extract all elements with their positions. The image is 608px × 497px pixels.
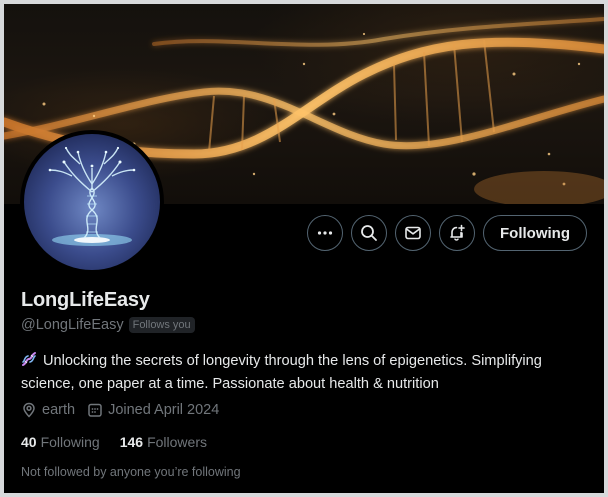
follows-you-badge: Follows you [128,317,195,333]
user-handle: @LongLifeEasy [21,317,124,333]
envelope-icon [405,226,421,240]
dna-tree-logo [48,146,136,246]
following-count: 40 [21,434,37,450]
search-profile-button[interactable] [351,215,387,251]
dna-icon [21,351,37,374]
message-button[interactable] [395,215,431,251]
location-text: earth [42,402,76,418]
profile-meta: earth Joined April 2024 [21,402,231,418]
more-options-button[interactable] [307,215,343,251]
calendar-icon [88,403,102,417]
notifications-button[interactable] [439,215,475,251]
profile-avatar[interactable] [20,130,164,274]
more-icon [317,231,333,235]
profile-bio: Unlocking the secrets of longevity throu… [21,351,591,395]
mutual-followers-text: Not followed by anyone you’re following [21,465,241,479]
join-date-item: Joined April 2024 [87,402,219,418]
following-count-link[interactable]: 40 Following [21,434,100,450]
location-pin-icon [23,402,35,418]
followers-count: 146 [119,434,144,450]
following-label: Following [40,434,100,450]
profile-frame: Following LongLifeEasy @LongLifeEasy Fol… [4,4,604,493]
followers-count-link[interactable]: 146 Followers [120,434,207,450]
search-icon [361,225,377,241]
follow-stats: 40 Following 146 Followers [21,434,227,450]
display-name: LongLifeEasy [21,289,150,311]
bio-text: Unlocking the secrets of longevity throu… [21,353,542,392]
location-item: earth [21,402,75,418]
handle-row: @LongLifeEasy Follows you [21,317,195,333]
bell-plus-icon [450,224,465,241]
join-date-text: Joined April 2024 [108,402,220,418]
following-button[interactable]: Following [483,215,587,251]
followers-label: Followers [147,434,207,450]
